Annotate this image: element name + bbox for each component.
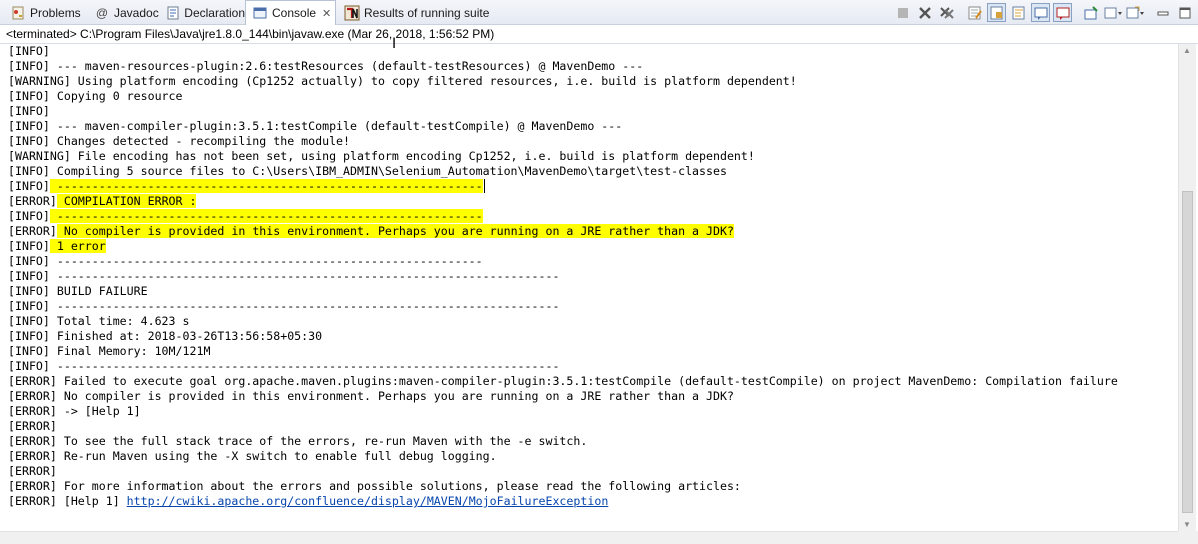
- console-line: [INFO] 1 error: [8, 239, 1178, 254]
- scrollbar-thumb[interactable]: [1182, 191, 1193, 513]
- console-line: [ERROR] Failed to execute goal org.apach…: [8, 374, 1118, 388]
- console-line: [INFO] ---------------------------------…: [8, 359, 560, 373]
- log-level-tag: [INFO]: [8, 239, 50, 253]
- console-line: [INFO] ---------------------------------…: [8, 299, 560, 313]
- console-line: [ERROR] -> [Help 1]: [8, 404, 141, 418]
- tab-label: Javadoc: [114, 5, 159, 20]
- console-line: [INFO] Finished at: 2018-03-26T13:56:58+…: [8, 329, 323, 343]
- highlighted-text: No compiler is provided in this environm…: [56, 224, 734, 238]
- console-line: [ERROR] For more information about the e…: [8, 479, 741, 493]
- tab-label: Results of running suite: [364, 5, 490, 20]
- problems-icon: [10, 5, 26, 21]
- log-level-tag: [INFO]: [8, 179, 50, 193]
- close-icon[interactable]: ✕: [322, 7, 331, 20]
- tab-console[interactable]: Console ✕: [245, 0, 336, 25]
- tab-label: Declaration: [184, 5, 245, 20]
- console-line: [ERROR] No compiler is provided in this …: [8, 224, 1178, 239]
- remove-all-icon[interactable]: [937, 3, 956, 22]
- remove-launch-icon[interactable]: [915, 3, 934, 22]
- console-line: [ERROR] Re-run Maven using the -X switch…: [8, 449, 497, 463]
- minimize-icon[interactable]: [1153, 3, 1172, 22]
- tab-declaration[interactable]: Declaration: [159, 1, 245, 24]
- word-wrap-icon[interactable]: [1009, 3, 1028, 22]
- tab-label: Problems: [30, 5, 81, 20]
- scroll-up-icon[interactable]: ▲: [1183, 46, 1191, 55]
- console-icon: [252, 5, 268, 21]
- console-line: [INFO] Changes detected - recompiling th…: [8, 134, 351, 148]
- display-console-icon[interactable]: [1103, 3, 1122, 22]
- scrollbar-corner: [1178, 531, 1198, 544]
- console-output[interactable]: [INFO] [INFO] --- maven-resources-plugin:…: [0, 44, 1178, 531]
- tab-label: Console: [272, 6, 317, 20]
- console-line: [WARNING] File encoding has not been set…: [8, 149, 755, 163]
- console-line: [INFO] ---------------------------------…: [8, 269, 560, 283]
- log-level-tag: [ERROR]: [8, 224, 57, 238]
- highlighted-text: COMPILATION ERROR :: [56, 194, 197, 208]
- view-tab-bar: Problems @ Javadoc Declaration Console ✕…: [0, 0, 1198, 25]
- console-line: [INFO] BUILD FAILURE: [8, 284, 148, 298]
- tab-results-of-running-suite[interactable]: Results of running suite: [338, 1, 498, 24]
- testng-icon: [344, 5, 360, 21]
- tab-problems[interactable]: Problems: [4, 1, 86, 24]
- maximize-icon[interactable]: [1175, 3, 1194, 22]
- console-line-help-link: [ERROR] [Help 1] http://cwiki.apache.org…: [8, 494, 1178, 509]
- show-on-stderr-icon[interactable]: [1053, 3, 1072, 22]
- launch-status-line: <terminated> C:\Program Files\Java\jre1.…: [0, 25, 1198, 44]
- console-line: [INFO] ---------------------------------…: [8, 254, 483, 268]
- console-line: [ERROR] COMPILATION ERROR :: [8, 194, 1178, 209]
- scroll-down-icon[interactable]: ▼: [1183, 520, 1191, 529]
- console-toolbar: [890, 3, 1194, 22]
- highlighted-text: 1 error: [49, 239, 106, 253]
- mouse-cursor-icon: I: [392, 36, 397, 52]
- javadoc-icon: @: [95, 5, 109, 20]
- clear-console-icon[interactable]: [965, 3, 984, 22]
- declaration-icon: [165, 5, 180, 21]
- highlighted-text: ----------------------------------------…: [49, 179, 483, 193]
- console-line: [INFO] ---------------------------------…: [8, 179, 1178, 194]
- console-line: [INFO] Total time: 4.623 s: [8, 314, 190, 328]
- console-text: [INFO] [INFO] --- maven-resources-plugin:…: [0, 44, 1178, 509]
- pin-console-icon[interactable]: [1081, 3, 1100, 22]
- horizontal-scrollbar[interactable]: [0, 531, 1178, 544]
- highlighted-text: ----------------------------------------…: [49, 209, 483, 223]
- console-line: [ERROR] No compiler is provided in this …: [8, 389, 734, 403]
- tab-javadoc[interactable]: @ Javadoc: [88, 1, 160, 24]
- open-console-icon[interactable]: [1125, 3, 1144, 22]
- help-link[interactable]: http://cwiki.apache.org/confluence/displ…: [127, 494, 609, 508]
- console-line: [INFO] Copying 0 resource: [8, 89, 183, 103]
- vertical-scrollbar[interactable]: ▲ ▼: [1178, 44, 1196, 531]
- console-line: [INFO] Compiling 5 source files to C:\Us…: [8, 164, 727, 178]
- console-line: [WARNING] Using platform encoding (Cp125…: [8, 74, 797, 88]
- console-line: [INFO]: [8, 44, 50, 58]
- help-prefix: [ERROR] [Help 1]: [8, 494, 127, 508]
- console-line: [ERROR]: [8, 419, 57, 433]
- console-line: [INFO] --- maven-compiler-plugin:3.5.1:t…: [8, 119, 623, 133]
- console-line: [INFO] --- maven-resources-plugin:2.6:te…: [8, 59, 644, 73]
- terminate-icon[interactable]: [893, 3, 912, 22]
- log-level-tag: [ERROR]: [8, 194, 57, 208]
- text-caret: [484, 179, 485, 193]
- console-line: [ERROR]: [8, 464, 57, 478]
- scroll-lock-icon[interactable]: [987, 3, 1006, 22]
- console-line: [INFO] Final Memory: 10M/121M: [8, 344, 211, 358]
- console-line: [INFO]: [8, 104, 50, 118]
- log-level-tag: [INFO]: [8, 209, 50, 223]
- show-on-stdout-icon[interactable]: [1031, 3, 1050, 22]
- console-line: [INFO] ---------------------------------…: [8, 209, 1178, 224]
- console-line: [ERROR] To see the full stack trace of t…: [8, 434, 588, 448]
